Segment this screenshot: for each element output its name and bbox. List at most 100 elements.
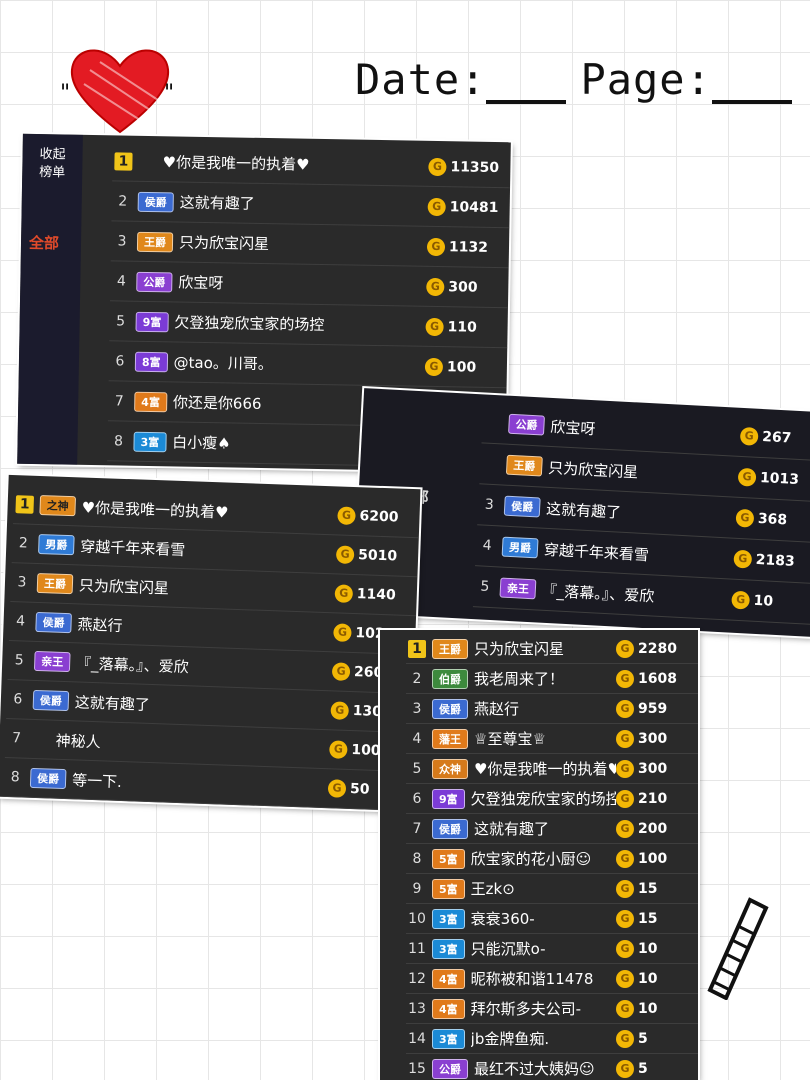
leaderboard-row[interactable]: 14 3富 jb金牌鱼痴. G 5 [406,1024,698,1054]
user-name[interactable]: 这就有趣了 [75,691,332,721]
user-name[interactable]: 这就有趣了 [180,192,428,217]
coin-icon: G [616,639,634,658]
leaderboard-row[interactable]: 1.♥你是我唯一的执着♥G11350 [112,141,511,189]
user-name[interactable]: 欣宝呀 [178,272,426,297]
user-name[interactable]: 欠登独宠欣宝家的场控 [174,311,426,336]
leaderboard-row[interactable]: 10 3富 衰衰360- G 15 [406,904,698,934]
user-name[interactable]: 只为欣宝闪星 [79,574,336,604]
user-name[interactable]: 欣宝呀 [550,415,741,446]
score-value: 100 [446,358,477,376]
coin-icon: G [616,699,634,718]
leaderboard-row[interactable]: 6 8富 @tao。川哥。 G 100 [108,341,508,389]
score-value: 10481 [449,198,499,216]
user-name[interactable]: 只为欣宝闪星 [179,232,427,257]
user-name[interactable]: 神秘人 [55,729,329,760]
score-value: 11350 [450,158,500,176]
coin-icon: G [337,506,356,526]
user-name[interactable]: 我老周来了！ [474,668,616,689]
user-name[interactable]: ♕至尊宝♕ [474,728,616,749]
user-name[interactable]: jb金牌鱼痴. [471,1028,616,1049]
rank-badge: 藩王 [432,728,468,749]
score-value: 15 [638,880,658,897]
rank-number: 1 [408,639,426,658]
svg-text:": " [164,81,174,106]
coin-icon: G [329,740,348,759]
rank-badge: 8富 [134,351,168,372]
user-name[interactable]: ♥你是我唯一的执着♥ [474,758,616,779]
leaderboard-row[interactable]: 15 公爵 最红不过大姨妈☺ G 5 [406,1054,698,1080]
user-name[interactable]: 欣宝家的花小厨☺ [471,848,616,869]
user-name[interactable]: 穿越千年来看雪 [80,535,337,565]
leaderboard-row[interactable]: 9 5富 王zk⊙ G 15 [406,874,698,904]
user-name[interactable]: 最红不过大姨妈☺ [474,1058,616,1079]
rank-badge: 王爵 [36,572,74,595]
user-name[interactable]: @tao。川哥。 [173,351,425,376]
leaderboard-row[interactable]: 1 王爵 只为欣宝闪星 G 2280 [406,634,698,664]
rank-badge: 侯爵 [432,698,468,719]
user-name[interactable]: 穿越千年来看雪 [543,538,734,569]
user-name[interactable]: 衰衰360- [471,908,616,929]
score-value: 10 [638,940,658,957]
coin-icon: G [616,669,634,688]
user-name[interactable]: 燕赵行 [77,613,334,643]
leaderboard-row[interactable]: 3 侯爵 燕赵行 G 959 [406,694,698,724]
leaderboard-row[interactable]: 2 伯爵 我老周来了！ G 1608 [406,664,698,694]
user-name[interactable]: 燕赵行 [474,698,616,719]
leaderboard-row[interactable]: 13 4富 拜尔斯多夫公司- G 10 [406,994,698,1024]
user-name[interactable]: 王zk⊙ [471,878,616,899]
score-value: 300 [448,278,478,296]
rank-badge: 公爵 [136,271,173,292]
rank-number: 3 [17,574,27,591]
leaderboard-row[interactable]: 8 5富 欣宝家的花小厨☺ G 100 [406,844,698,874]
score-value: 100 [638,850,668,867]
leaderboard-row[interactable]: 12 4富 昵称被和谐11478 G 10 [406,964,698,994]
leaderboard-row[interactable]: 2 侯爵 这就有趣了 G 10481 [111,181,511,229]
rank-badge: 4富 [134,391,168,412]
leaderboard-row[interactable]: 3 王爵 只为欣宝闪星 G 1132 [110,221,510,269]
rank-number: 14 [408,1030,426,1047]
rank-number: 8 [412,850,422,867]
user-name[interactable]: 只为欣宝闪星 [548,456,739,487]
page-label: Page: [580,55,712,104]
tab-all[interactable]: 全部 [29,232,59,254]
leaderboard-row[interactable]: 6 9富 欠登独宠欣宝家的场控 G 210 [406,784,698,814]
rank-badge: 4富 [432,968,465,989]
user-name[interactable]: 昵称被和谐11478 [471,968,616,989]
sidebar: 收起 榜单 全部 [17,133,83,465]
user-name[interactable]: 欠登独宠欣宝家的场控 [471,788,616,809]
leaderboard-row[interactable]: 4 藩王 ♕至尊宝♕ G 300 [406,724,698,754]
coin-icon: G [616,1029,634,1048]
svg-text:": " [60,81,70,106]
user-name[interactable]: 这就有趣了 [546,497,737,528]
leaderboard-row[interactable]: 7 侯爵 这就有趣了 G 200 [406,814,698,844]
leaderboard-row[interactable]: 5 众神 ♥你是我唯一的执着♥ G 300 [406,754,698,784]
user-name[interactable]: ♥你是我唯一的执着♥ [162,151,428,177]
coin-icon: G [616,1059,634,1078]
user-name[interactable]: 等一下. [72,769,329,799]
rank-badge: 亲王 [499,577,537,600]
rank-badge: 伯爵 [432,668,468,689]
rank-number: 4 [482,537,492,554]
rank-badge: 侯爵 [137,191,174,212]
leaderboard-row[interactable]: 4 公爵 欣宝呀 G 300 [110,261,509,309]
leaderboard-row[interactable]: 5 9富 欠登独宠欣宝家的场控 G 110 [109,301,508,349]
rank-badge: 9富 [135,311,169,332]
rank-badge: 5富 [432,848,465,869]
user-name[interactable]: 拜尔斯多夫公司- [471,998,616,1019]
user-name[interactable]: 『_落幕。』、爱欣 [541,579,732,610]
user-name[interactable]: 只能沉默o- [471,938,616,959]
score-value: 300 [638,730,668,747]
coin-icon: G [334,584,354,603]
rank-badge: 9富 [432,788,465,809]
rank-number: 3 [484,496,495,514]
user-name[interactable]: 这就有趣了 [474,818,616,839]
rank-number: 7 [412,820,422,837]
collapse-list-button[interactable]: 收起 榜单 [30,146,75,183]
leaderboard-row[interactable]: 11 3富 只能沉默o- G 10 [406,934,698,964]
user-name[interactable]: ♥你是我唯一的执着♥ [81,496,338,526]
rank-number: 8 [10,769,20,786]
rank-badge: 3富 [432,1028,465,1049]
user-name[interactable]: 『_落幕。』、爱欣 [76,652,333,682]
user-name[interactable]: 只为欣宝闪星 [474,638,616,659]
coin-icon: G [335,545,355,565]
